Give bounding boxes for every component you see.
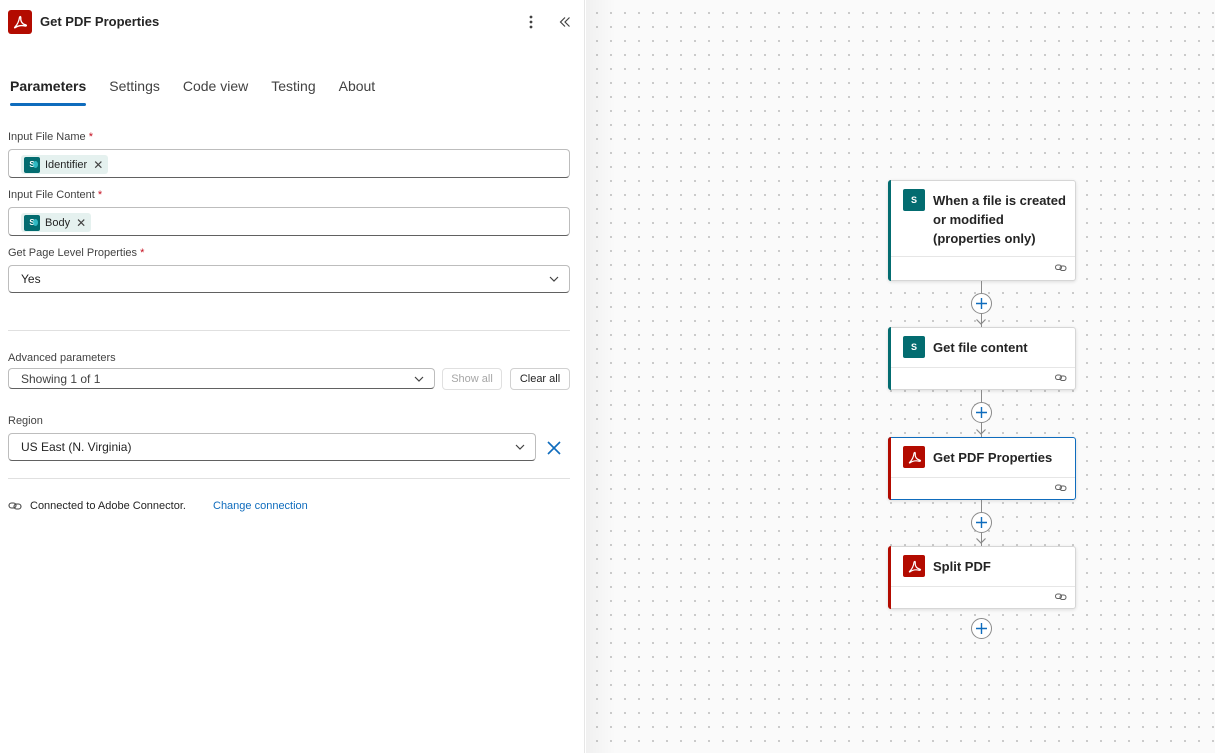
add-step-button[interactable] — [971, 402, 992, 423]
chevron-down-icon — [549, 276, 559, 282]
plus-icon — [976, 298, 987, 309]
tab-settings[interactable]: Settings — [109, 76, 160, 106]
input-file-name-field[interactable]: S Identifier ✕ — [8, 149, 570, 178]
details-panel: Get PDF Properties Parameters Settings C… — [0, 0, 585, 753]
region-label: Region — [8, 415, 43, 427]
required-asterisk: * — [97, 189, 103, 201]
tab-list: Parameters Settings Code view Testing Ab… — [10, 76, 398, 106]
remove-token-icon[interactable]: ✕ — [93, 158, 103, 172]
sharepoint-icon: S — [24, 156, 40, 173]
add-step-button[interactable] — [971, 512, 992, 533]
advanced-parameters-dropdown[interactable]: Showing 1 of 1 — [8, 368, 435, 389]
sharepoint-icon: S — [903, 336, 925, 358]
flow-node-split-pdf[interactable]: Split PDF — [888, 546, 1076, 609]
collapse-panel-button[interactable] — [555, 10, 575, 34]
link-icon — [1055, 593, 1067, 600]
token-label: Body — [45, 216, 71, 229]
required-asterisk: * — [88, 131, 93, 143]
chevron-down-icon — [414, 376, 424, 382]
dropdown-value: US East (N. Virginia) — [21, 440, 132, 454]
tab-parameters[interactable]: Parameters — [10, 76, 87, 106]
remove-token-icon[interactable]: ✕ — [76, 216, 86, 230]
flow-node-get-pdf-properties[interactable]: Get PDF Properties — [888, 437, 1076, 500]
more-vertical-icon — [529, 15, 533, 29]
body-token: S Body ✕ — [21, 213, 92, 232]
input-file-content-field[interactable]: S Body ✕ — [8, 207, 570, 236]
node-title: Split PDF — [933, 559, 991, 574]
add-step-button[interactable] — [971, 618, 992, 639]
panel-shadow — [586, 0, 616, 753]
tab-testing[interactable]: Testing — [271, 76, 315, 106]
node-title: When a file is created or modified (prop… — [933, 193, 1066, 246]
node-accent — [888, 437, 891, 500]
dropdown-value: Showing 1 of 1 — [21, 371, 101, 386]
clear-all-button[interactable]: Clear all — [510, 368, 570, 390]
remove-parameter-icon[interactable] — [544, 438, 564, 458]
node-separator — [891, 256, 1075, 257]
link-icon — [1055, 374, 1067, 381]
node-title: Get PDF Properties — [933, 450, 1053, 465]
node-title: Get file content — [933, 340, 1028, 355]
arrow-down-icon — [976, 538, 986, 544]
link-icon — [1055, 264, 1067, 271]
adobe-pdf-icon — [903, 446, 925, 468]
required-asterisk: * — [140, 247, 145, 259]
arrow-down-icon — [976, 429, 986, 435]
change-connection-link[interactable]: Change connection — [213, 500, 308, 512]
node-accent — [888, 327, 891, 390]
page-level-properties-dropdown[interactable]: Yes — [8, 265, 570, 293]
panel-header: Get PDF Properties — [8, 10, 574, 36]
sharepoint-icon: S — [903, 189, 925, 211]
sharepoint-icon: S — [24, 214, 40, 231]
link-icon — [1055, 484, 1067, 491]
page-level-properties-label: Get Page Level Properties * — [8, 247, 145, 259]
chevron-down-icon — [515, 444, 525, 450]
show-all-button[interactable]: Show all — [442, 368, 502, 390]
link-icon — [8, 502, 22, 510]
token-label: Identifier — [45, 158, 88, 171]
connection-text: Connected to Adobe Connector. — [30, 500, 186, 512]
tab-about[interactable]: About — [339, 76, 376, 106]
adobe-pdf-icon — [903, 555, 925, 577]
advanced-parameters-label: Advanced parameters — [8, 352, 116, 364]
adobe-pdf-icon — [8, 10, 32, 34]
flow-node-get-file-content[interactable]: S Get file content — [888, 327, 1076, 390]
plus-icon — [976, 623, 987, 634]
tab-code-view[interactable]: Code view — [183, 76, 248, 106]
add-step-button[interactable] — [971, 293, 992, 314]
arrow-down-icon — [976, 319, 986, 325]
region-dropdown[interactable]: US East (N. Virginia) — [8, 433, 536, 461]
node-accent — [888, 546, 891, 609]
flow-node-trigger[interactable]: S When a file is created or modified (pr… — [888, 180, 1076, 281]
divider — [8, 478, 570, 479]
chevron-double-left-icon — [559, 17, 570, 27]
input-file-content-label: Input File Content * — [8, 189, 103, 201]
node-separator — [891, 586, 1075, 587]
node-separator — [891, 477, 1075, 478]
node-separator — [891, 367, 1075, 368]
connection-status: Connected to Adobe Connector. — [8, 498, 186, 514]
input-file-name-label: Input File Name * — [8, 131, 93, 143]
plus-icon — [976, 517, 987, 528]
more-options-button[interactable] — [521, 10, 541, 34]
plus-icon — [976, 407, 987, 418]
divider — [8, 330, 570, 331]
identifier-token: S Identifier ✕ — [21, 155, 109, 174]
node-accent — [888, 180, 891, 281]
dropdown-value: Yes — [21, 272, 41, 286]
panel-title: Get PDF Properties — [40, 14, 160, 29]
